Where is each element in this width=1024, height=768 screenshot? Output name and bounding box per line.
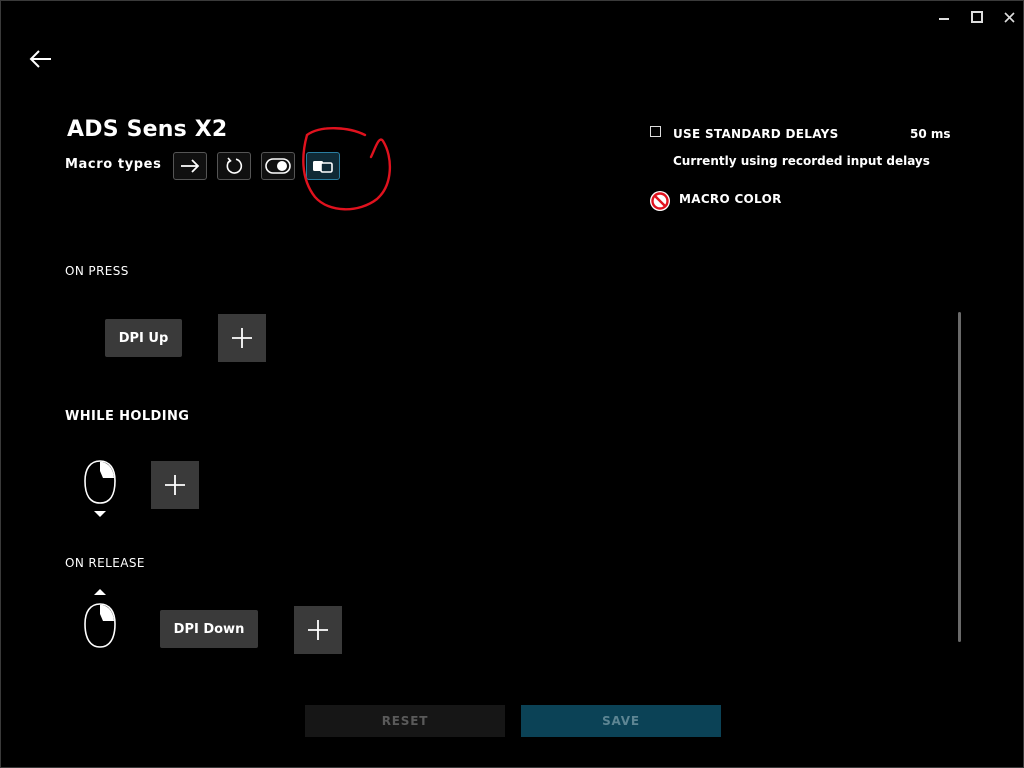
macro-type-hold-button[interactable]	[306, 152, 340, 180]
maximize-icon	[971, 11, 983, 23]
plus-icon	[308, 620, 328, 640]
hold-icon	[313, 161, 333, 173]
mouse-release-icon	[84, 589, 116, 648]
close-button[interactable]	[994, 5, 1023, 29]
on-release-label: ON RELEASE	[65, 556, 145, 570]
back-button[interactable]	[27, 47, 55, 71]
reset-button[interactable]: RESET	[305, 705, 505, 737]
arrow-right-icon	[181, 159, 200, 173]
while-holding-label: WHILE HOLDING	[65, 409, 190, 424]
macro-editor-window: ADS Sens X2 Macro types USE STANDARD DEL…	[0, 0, 1024, 768]
close-icon	[1003, 11, 1015, 23]
minimize-button[interactable]	[929, 5, 959, 29]
standard-delays-label: USE STANDARD DELAYS	[673, 127, 839, 141]
delay-note: Currently using recorded input delays	[673, 154, 930, 168]
scrollbar-thumb[interactable]	[958, 312, 961, 642]
macro-type-toggle-button[interactable]	[261, 152, 295, 180]
macro-type-no-repeat-button[interactable]	[173, 152, 207, 180]
toggle-icon	[265, 158, 291, 174]
mouse-hold-icon	[84, 460, 116, 517]
action-chip-dpi-down[interactable]: DPI Down	[160, 610, 258, 648]
macro-types-label: Macro types	[65, 157, 162, 172]
arrow-left-icon	[29, 50, 51, 68]
add-press-action-button[interactable]	[218, 314, 266, 362]
plus-icon	[165, 475, 185, 495]
plus-icon	[232, 328, 252, 348]
add-hold-action-button[interactable]	[151, 461, 199, 509]
add-release-action-button[interactable]	[294, 606, 342, 654]
macro-title: ADS Sens X2	[67, 117, 228, 142]
repeat-icon	[226, 157, 243, 174]
macro-color-swatch[interactable]	[649, 190, 671, 212]
standard-delays-checkbox[interactable]	[650, 126, 661, 137]
maximize-button[interactable]	[962, 5, 992, 29]
action-chip-dpi-up[interactable]: DPI Up	[105, 319, 182, 357]
macro-color-label[interactable]: MACRO COLOR	[679, 192, 782, 206]
macro-type-repeat-button[interactable]	[217, 152, 251, 180]
save-button[interactable]: SAVE	[521, 705, 721, 737]
on-press-label: ON PRESS	[65, 264, 129, 278]
delay-value: 50 ms	[910, 127, 951, 141]
minimize-icon	[939, 18, 949, 20]
